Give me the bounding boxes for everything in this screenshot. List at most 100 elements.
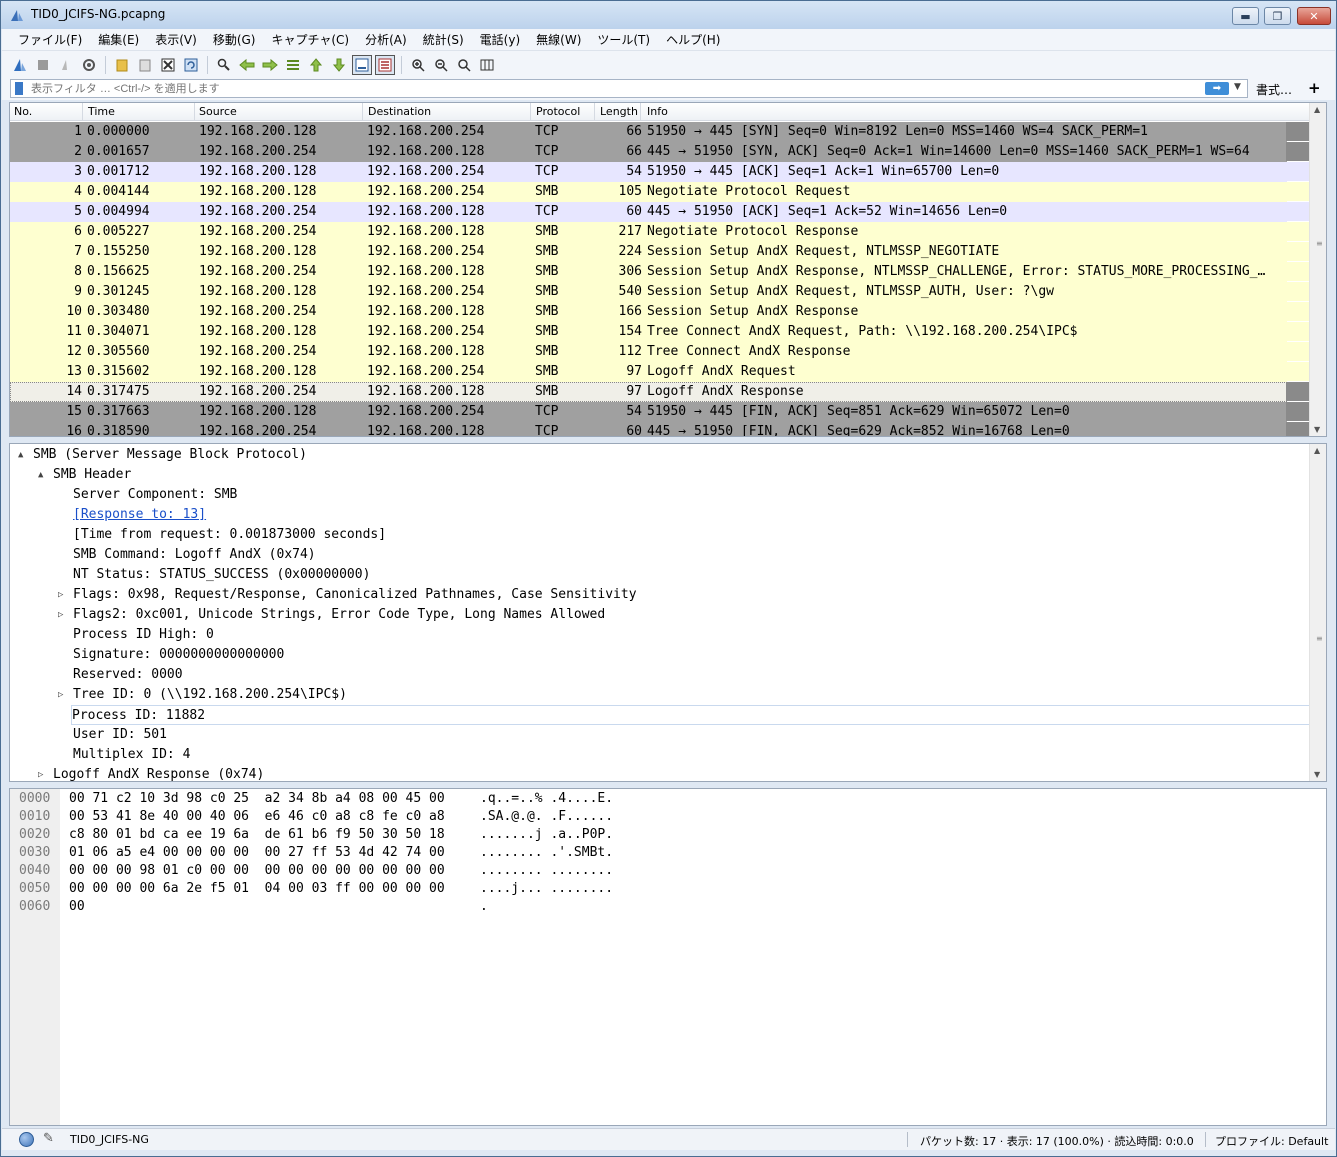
- menu-item[interactable]: 電話(y): [472, 31, 528, 48]
- menu-item[interactable]: 表示(V): [147, 31, 205, 48]
- bytes-hex[interactable]: 00 53 41 8e 40 00 40 06 e6 46 c0 a8 c8 f…: [69, 808, 445, 826]
- bytes-ascii[interactable]: .SA.@.@. .F......: [480, 808, 613, 826]
- packet-row[interactable]: 15 0.317663 192.168.200.128 192.168.200.254…: [10, 402, 1287, 422]
- menu-item[interactable]: ヘルプ(H): [658, 31, 728, 48]
- go-to-packet-icon[interactable]: [283, 55, 303, 75]
- column-header-no[interactable]: No.: [14, 105, 32, 118]
- go-back-icon[interactable]: [237, 55, 257, 75]
- scroll-down-icon[interactable]: ▼: [1314, 425, 1320, 434]
- scroll-grip-icon[interactable]: ≡: [1316, 239, 1323, 248]
- menu-item[interactable]: 移動(G): [205, 31, 264, 48]
- reload-file-icon[interactable]: [181, 55, 201, 75]
- menu-item[interactable]: キャプチャ(C): [263, 31, 357, 48]
- packet-row[interactable]: 3 0.001712 192.168.200.128 192.168.200.254 T…: [10, 162, 1287, 182]
- detail-tree-item[interactable]: Reserved: 0000: [73, 665, 183, 685]
- collapsed-arrow-icon[interactable]: ▷: [58, 685, 63, 705]
- restart-capture-icon[interactable]: [56, 55, 76, 75]
- details-scrollbar[interactable]: ▲ ≡ ▼: [1309, 444, 1326, 781]
- packet-row[interactable]: 11 0.304071 192.168.200.128 192.168.200.254…: [10, 322, 1287, 342]
- packet-row[interactable]: 6 0.005227 192.168.200.254 192.168.200.128 S…: [10, 222, 1287, 242]
- packet-row[interactable]: 10 0.303480 192.168.200.254 192.168.200.128…: [10, 302, 1287, 322]
- detail-tree-item[interactable]: Process ID: 11882: [71, 705, 1311, 725]
- menu-item[interactable]: ツール(T): [589, 31, 658, 48]
- detail-tree-item[interactable]: Process ID High: 0: [73, 625, 214, 645]
- packet-row[interactable]: 2 0.001657 192.168.200.254 192.168.200.128 T…: [10, 142, 1287, 162]
- packet-list-scrollbar[interactable]: ▲ ≡ ▼: [1309, 103, 1326, 436]
- detail-tree-item[interactable]: [Response to: 13]: [73, 505, 206, 525]
- packet-bytes-pane[interactable]: 0000 00 71 c2 10 3d 98 c0 25 a2 34 8b a4 …: [9, 788, 1327, 1126]
- zoom-out-icon[interactable]: [431, 55, 451, 75]
- packet-row[interactable]: 16 0.318590 192.168.200.254 192.168.200.128…: [10, 422, 1287, 436]
- column-header-source[interactable]: Source: [199, 105, 237, 118]
- go-first-icon[interactable]: [306, 55, 326, 75]
- detail-tree-item[interactable]: SMB Command: Logoff AndX (0x74): [73, 545, 316, 565]
- bytes-hex[interactable]: c8 80 01 bd ca ee 19 6a de 61 b6 f9 50 3…: [69, 826, 445, 844]
- scroll-grip-icon[interactable]: ≡: [1316, 634, 1323, 643]
- filter-bookmark-icon[interactable]: [15, 82, 23, 95]
- column-separator[interactable]: [82, 103, 83, 121]
- normal-size-icon[interactable]: [454, 55, 474, 75]
- bytes-hex[interactable]: 01 06 a5 e4 00 00 00 00 00 27 ff 53 4d 4…: [69, 844, 445, 862]
- collapsed-arrow-icon[interactable]: ▷: [58, 585, 63, 605]
- collapsed-arrow-icon[interactable]: ▷: [58, 605, 63, 625]
- scroll-up-icon[interactable]: ▲: [1314, 105, 1320, 114]
- column-header-protocol[interactable]: Protocol: [536, 105, 580, 118]
- bytes-ascii[interactable]: .q..=..% .4....E.: [480, 790, 613, 808]
- menu-item[interactable]: ファイル(F): [10, 31, 90, 48]
- scroll-down-icon[interactable]: ▼: [1314, 770, 1320, 779]
- status-profile[interactable]: プロファイル: Default: [1215, 1133, 1328, 1149]
- start-capture-icon[interactable]: [10, 55, 30, 75]
- maximize-button[interactable]: ❐: [1264, 7, 1291, 25]
- collapsed-arrow-icon[interactable]: ▷: [38, 765, 43, 781]
- packet-row[interactable]: 8 0.156625 192.168.200.254 192.168.200.128 S…: [10, 262, 1287, 282]
- column-header-destination[interactable]: Destination: [368, 105, 431, 118]
- bytes-hex[interactable]: 00 00 00 98 01 c0 00 00 00 00 00 00 00 0…: [69, 862, 445, 880]
- packet-row[interactable]: 12 0.305560 192.168.200.254 192.168.200.128…: [10, 342, 1287, 362]
- detail-tree-item[interactable]: User ID: 501: [73, 725, 167, 745]
- packet-row[interactable]: 9 0.301245 192.168.200.128 192.168.200.254 S…: [10, 282, 1287, 302]
- packet-row[interactable]: 14 0.317475 192.168.200.254 192.168.200.128…: [10, 382, 1287, 402]
- bytes-ascii[interactable]: ........ ........: [480, 862, 613, 880]
- bytes-hex[interactable]: 00 71 c2 10 3d 98 c0 25 a2 34 8b a4 08 0…: [69, 790, 445, 808]
- packet-row[interactable]: 1 0.000000 192.168.200.128 192.168.200.254 T…: [10, 122, 1287, 142]
- column-header-info[interactable]: Info: [647, 105, 668, 118]
- bytes-ascii[interactable]: .......j .a..P0P.: [480, 826, 613, 844]
- packet-row[interactable]: 7 0.155250 192.168.200.128 192.168.200.254 S…: [10, 242, 1287, 262]
- expert-info-icon[interactable]: [19, 1132, 34, 1147]
- packet-list[interactable]: No. Time Source Destination Protocol Len…: [9, 102, 1327, 437]
- expanded-arrow-icon[interactable]: ▲: [18, 445, 23, 465]
- capture-options-icon[interactable]: [79, 55, 99, 75]
- display-filter-input[interactable]: [10, 79, 1248, 98]
- detail-tree-item[interactable]: Multiplex ID: 4: [73, 745, 190, 765]
- minimize-button[interactable]: ▬: [1232, 7, 1259, 25]
- menu-item[interactable]: 分析(A): [357, 31, 415, 48]
- column-separator[interactable]: [362, 103, 363, 121]
- bytes-hex[interactable]: 00 00 00 00 6a 2e f5 01 04 00 03 ff 00 0…: [69, 880, 445, 898]
- scroll-up-icon[interactable]: ▲: [1314, 446, 1320, 455]
- response-link[interactable]: [Response to: 13]: [73, 507, 206, 522]
- detail-tree-item[interactable]: ▷ Logoff AndX Response (0x74): [38, 765, 264, 781]
- bytes-ascii[interactable]: ....j... ........: [480, 880, 613, 898]
- zoom-in-icon[interactable]: [408, 55, 428, 75]
- detail-tree-item[interactable]: Signature: 0000000000000000: [73, 645, 284, 665]
- go-forward-icon[interactable]: [260, 55, 280, 75]
- column-separator[interactable]: [530, 103, 531, 121]
- resize-columns-icon[interactable]: [477, 55, 497, 75]
- filter-history-chevron-down-icon[interactable]: ▼: [1234, 82, 1241, 92]
- detail-tree-item[interactable]: ▷ Tree ID: 0 (\\192.168.200.254\IPC$): [58, 685, 347, 705]
- find-packet-icon[interactable]: [214, 55, 234, 75]
- column-separator[interactable]: [194, 103, 195, 121]
- bytes-ascii[interactable]: .: [480, 898, 488, 916]
- autoscroll-icon[interactable]: [352, 54, 372, 75]
- menu-item[interactable]: 編集(E): [90, 31, 147, 48]
- bytes-ascii[interactable]: ........ .'.SMBt.: [480, 844, 613, 862]
- detail-tree-item[interactable]: ▷ Flags2: 0xc001, Unicode Strings, Error …: [58, 605, 605, 625]
- bytes-hex[interactable]: 00: [69, 898, 85, 916]
- title-bar[interactable]: TID0_JCIFS-NG.pcapng ▬ ❐ ✕: [1, 1, 1336, 29]
- apply-filter-arrow-icon[interactable]: ➡: [1205, 82, 1229, 95]
- filter-format-button[interactable]: 書式…: [1256, 81, 1292, 98]
- column-separator[interactable]: [594, 103, 595, 121]
- expanded-arrow-icon[interactable]: ▲: [38, 465, 43, 485]
- packet-row[interactable]: 13 0.315602 192.168.200.128 192.168.200.254…: [10, 362, 1287, 382]
- detail-tree-item[interactable]: ▲ SMB (Server Message Block Protocol): [18, 445, 307, 465]
